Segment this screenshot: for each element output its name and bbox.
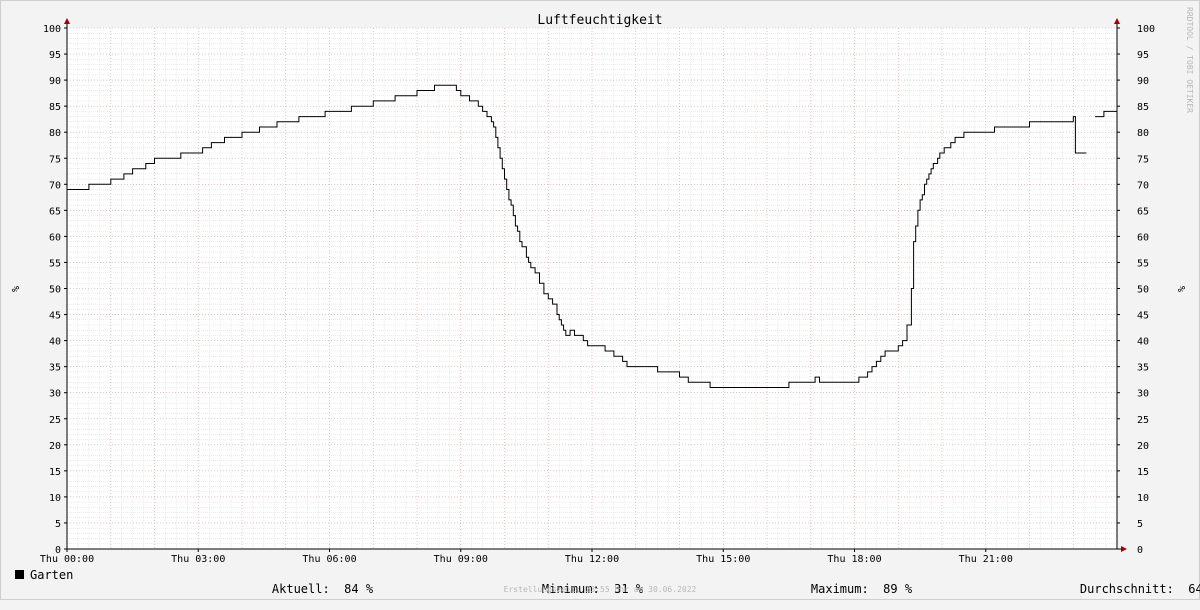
y-axis-arrow-right — [1114, 18, 1120, 24]
x-tick-label: Thu 18:00 — [827, 554, 881, 565]
y-tick-label-left: 70 — [49, 180, 61, 191]
x-tick-label: Thu 00:00 — [40, 554, 94, 565]
chart-title: Luftfeuchtigkeit — [537, 13, 662, 28]
x-tick-label: Thu 09:00 — [434, 554, 488, 565]
x-axis-arrow — [1121, 546, 1127, 552]
y-tick-label-right: 90 — [1137, 76, 1149, 87]
y-tick-label-right: 5 — [1137, 519, 1143, 530]
y-tick-label-right: 0 — [1137, 545, 1143, 556]
y-tick-label-right: 30 — [1137, 389, 1149, 400]
y-tick-label-right: 45 — [1137, 311, 1149, 322]
y-tick-label-right: 20 — [1137, 441, 1149, 452]
x-tick-label: Thu 21:00 — [959, 554, 1013, 565]
x-tick-labels: Thu 00:00 Thu 03:00 Thu 06:00 Thu 09:00 Thu … — [40, 554, 1013, 565]
legend-series-label: Garten — [30, 568, 74, 582]
y-axis-label-right: % — [1175, 286, 1186, 292]
y-tick-label-left: 5 — [55, 519, 61, 530]
rrdtool-watermark: RRDTOOL / TOBI OETIKER — [1185, 7, 1194, 113]
y-tick-label-left: 30 — [49, 389, 61, 400]
creation-timestamp: Erstellungszeit: 23:55 Uhr am 30.06.2022 — [503, 585, 697, 594]
y-tick-label-right: 50 — [1137, 285, 1149, 296]
y-tick-label-left: 100 — [43, 24, 61, 35]
y-tick-label-left: 15 — [49, 467, 61, 478]
legend-swatch-garten — [15, 570, 24, 579]
y-tick-label-left: 20 — [49, 441, 61, 452]
y-tick-label-left: 45 — [49, 311, 61, 322]
y-tick-label-left: 95 — [49, 50, 61, 61]
y-tick-labels-right: 0 5 10 15 20 25 30 35 40 45 50 55 60 65 70 75 80 85 90 95 10… — [1137, 24, 1155, 556]
y-tick-label-right: 95 — [1137, 50, 1149, 61]
y-tick-label-right: 60 — [1137, 232, 1149, 243]
y-tick-label-right: 70 — [1137, 180, 1149, 191]
x-tick-label: Thu 15:00 — [696, 554, 750, 565]
y-tick-label-right: 40 — [1137, 337, 1149, 348]
y-tick-label-right: 55 — [1137, 258, 1149, 269]
y-tick-label-right: 100 — [1137, 24, 1155, 35]
y-tick-label-left: 10 — [49, 493, 61, 504]
y-tick-labels-left: 0510152025303540455055606570758085909510… — [43, 24, 61, 556]
y-tick-label-left: 65 — [49, 206, 61, 217]
y-tick-label-left: 50 — [49, 285, 61, 296]
y-tick-label-left: 35 — [49, 363, 61, 374]
y-tick-label-left: 90 — [49, 76, 61, 87]
y-tick-label-left: 55 — [49, 258, 61, 269]
y-tick-label-right: 65 — [1137, 206, 1149, 217]
x-tick-label: Thu 06:00 — [302, 554, 356, 565]
y-tick-label-left: 75 — [49, 154, 61, 165]
y-tick-label-right: 35 — [1137, 363, 1149, 374]
legend: Garten Aktuell: 84 % Minimum: 31 % Maxim… — [0, 566, 1200, 596]
y-tick-label-left: 25 — [49, 415, 61, 426]
y-tick-label-right: 25 — [1137, 415, 1149, 426]
y-tick-label-left: 40 — [49, 337, 61, 348]
y-tick-label-right: 15 — [1137, 467, 1149, 478]
y-tick-label-right: 75 — [1137, 154, 1149, 165]
y-tick-label-right: 85 — [1137, 102, 1149, 113]
y-tick-label-left: 60 — [49, 232, 61, 243]
x-tick-label: Thu 03:00 — [171, 554, 225, 565]
y-tick-label-right: 10 — [1137, 493, 1149, 504]
y-tick-label-left: 80 — [49, 128, 61, 139]
y-axis-arrow-left — [64, 18, 70, 24]
humidity-chart: 0 5 10 15 20 25 30 35 40 45 50 55 60 65 70 75 80 85 90 95 10… — [9, 7, 1194, 565]
x-tick-label: Thu 12:00 — [565, 554, 619, 565]
y-tick-label-left: 85 — [49, 102, 61, 113]
y-axis-label-left: % — [9, 286, 20, 292]
y-tick-label-right: 80 — [1137, 128, 1149, 139]
